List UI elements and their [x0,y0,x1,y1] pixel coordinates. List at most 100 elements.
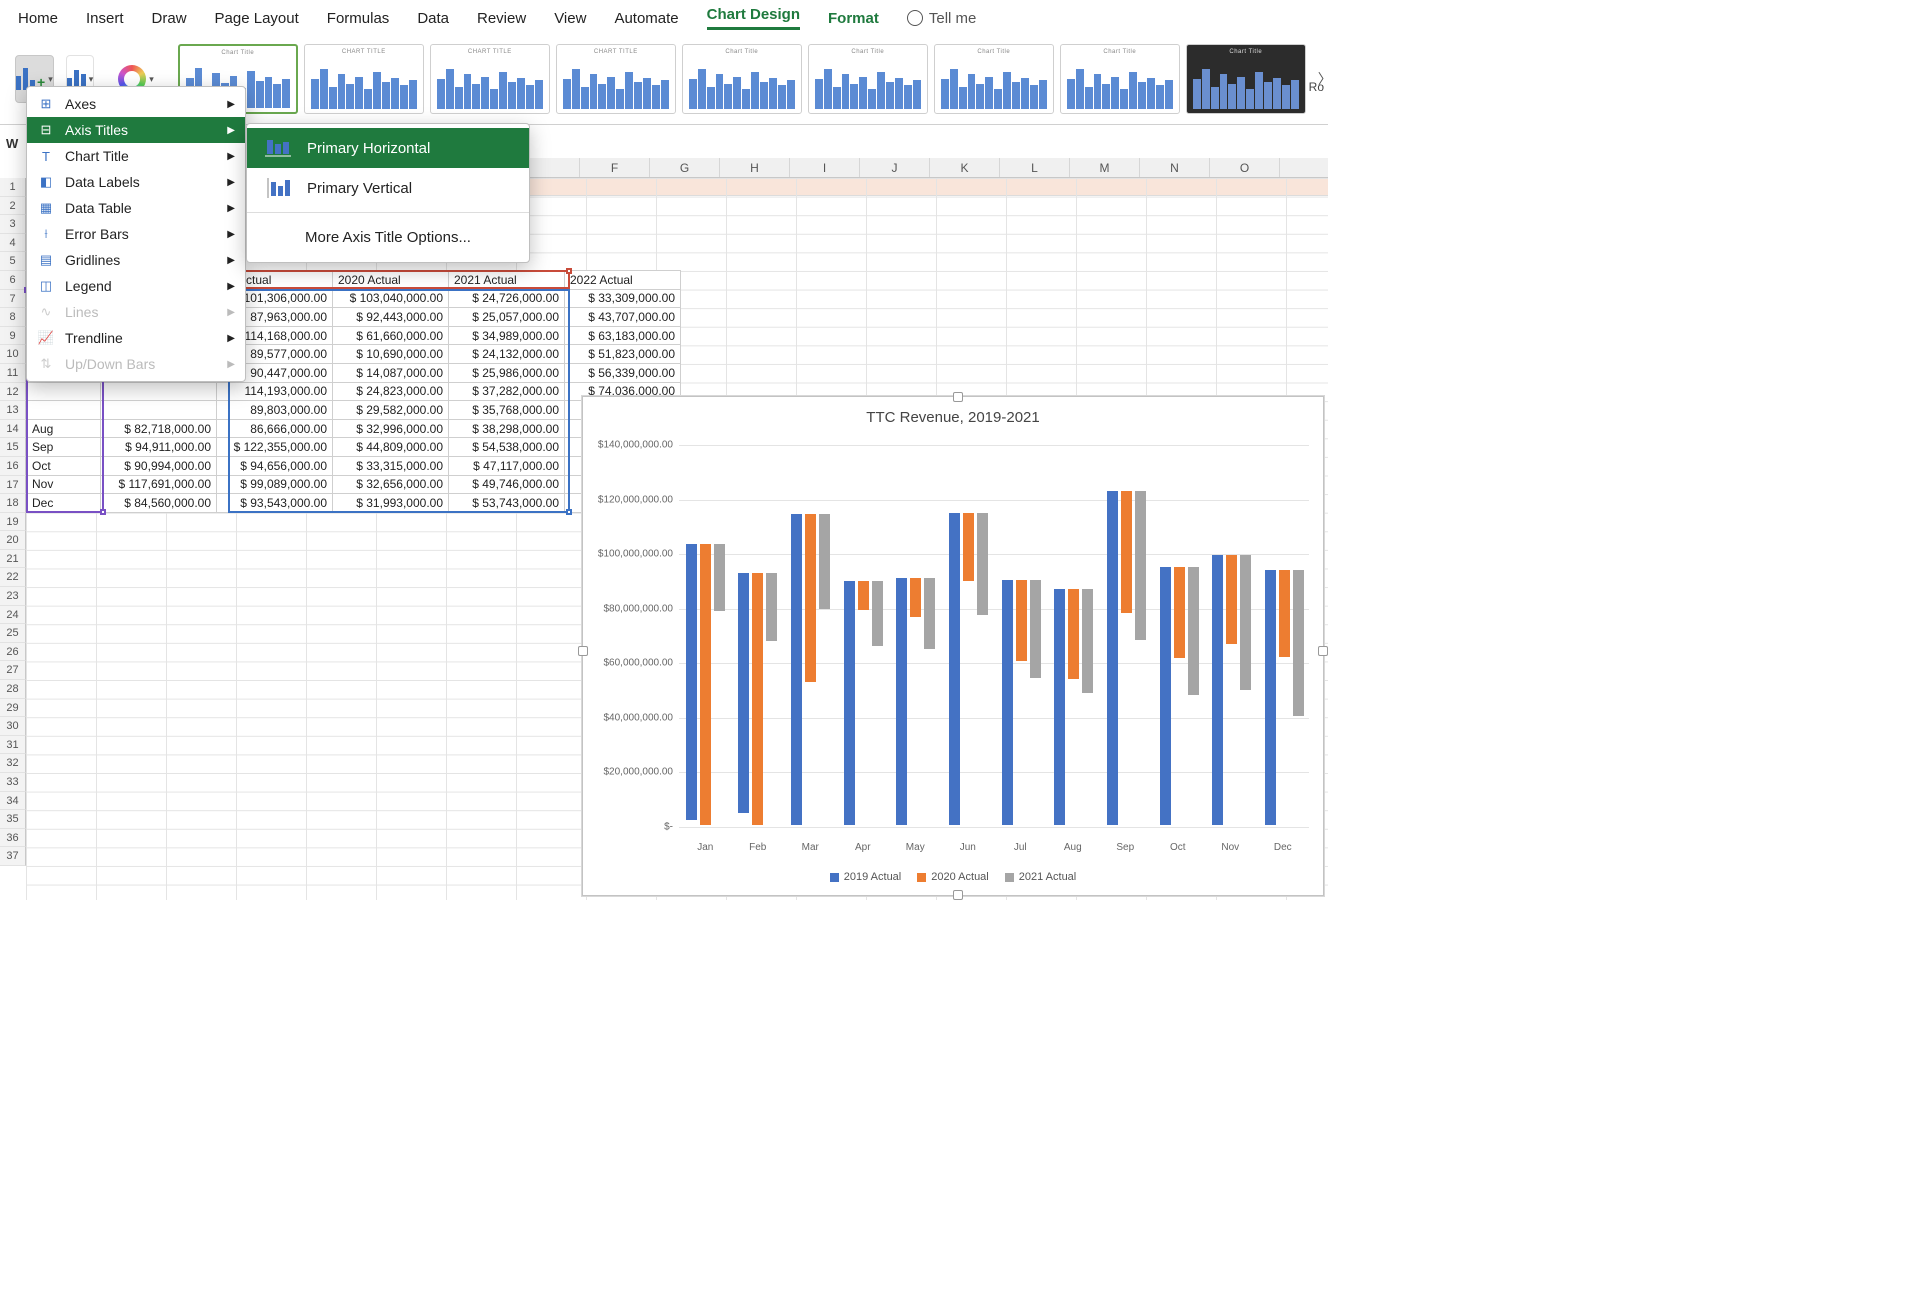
tab-chart-design[interactable]: Chart Design [707,6,800,30]
row-header-33[interactable]: 33 [0,773,26,792]
col-header-M[interactable]: M [1070,158,1140,177]
tab-home[interactable]: Home [18,10,58,27]
chart-style-thumb-4[interactable]: CHART TITLE [556,44,676,114]
chart-style-thumb-2[interactable]: CHART TITLE [304,44,424,114]
bar-2021-Actual-May[interactable] [924,578,935,649]
row-header-3[interactable]: 3 [0,215,26,234]
row-header-18[interactable]: 18 [0,494,26,513]
bar-2019-Actual-Sep[interactable] [1107,491,1118,825]
bar-2020-Actual-Oct[interactable] [1174,567,1185,658]
tab-draw[interactable]: Draw [152,10,187,27]
bar-2020-Actual-Nov[interactable] [1226,555,1237,644]
row-header-31[interactable]: 31 [0,736,26,755]
bar-2019-Actual-Jul[interactable] [1002,580,1013,825]
legend-entry-2019-Actual[interactable]: 2019 Actual [830,871,902,883]
tab-formulas[interactable]: Formulas [327,10,390,27]
chart-style-thumb-3[interactable]: CHART TITLE [430,44,550,114]
bar-2021-Actual-Sep[interactable] [1135,491,1146,640]
tab-insert[interactable]: Insert [86,10,124,27]
bar-2021-Actual-Apr[interactable] [872,581,883,647]
row-header-28[interactable]: 28 [0,680,26,699]
chart-style-thumb-6[interactable]: Chart Title [808,44,928,114]
col-header-I[interactable]: I [790,158,860,177]
menu-item-chart-title[interactable]: TChart Title▶ [27,143,245,169]
row-header-27[interactable]: 27 [0,661,26,680]
row-header-12[interactable]: 12 [0,383,26,402]
col-header-F[interactable]: F [580,158,650,177]
bar-2020-Actual-Sep[interactable] [1121,491,1132,613]
row-header-11[interactable]: 11 [0,364,26,383]
tab-view[interactable]: View [554,10,586,27]
row-headers[interactable]: 1234567891011121314151617181920212223242… [0,178,26,866]
bar-2019-Actual-May[interactable] [896,578,907,825]
bar-2020-Actual-Feb[interactable] [752,573,763,825]
menu-item-error-bars[interactable]: ⟊Error Bars▶ [27,221,245,247]
row-header-17[interactable]: 17 [0,476,26,495]
row-header-15[interactable]: 15 [0,438,26,457]
chart-title[interactable]: TTC Revenue, 2019-2021 [583,397,1323,430]
bar-2020-Actual-Jun[interactable] [963,513,974,581]
row-header-19[interactable]: 19 [0,513,26,532]
bar-2021-Actual-Jun[interactable] [977,513,988,615]
row-header-26[interactable]: 26 [0,643,26,662]
tab-format[interactable]: Format [828,10,879,27]
row-header-20[interactable]: 20 [0,531,26,550]
col-header-O[interactable]: O [1210,158,1280,177]
row-header-10[interactable]: 10 [0,345,26,364]
chart-style-thumb-9[interactable]: Chart Title [1186,44,1306,114]
row-header-25[interactable]: 25 [0,624,26,643]
bar-2020-Actual-Aug[interactable] [1068,589,1079,679]
bar-2020-Actual-Dec[interactable] [1279,570,1290,657]
tab-data[interactable]: Data [417,10,449,27]
row-header-7[interactable]: 7 [0,290,26,309]
menu-item-data-table[interactable]: ▦Data Table▶ [27,195,245,221]
menu-item-trendline[interactable]: 📈Trendline▶ [27,325,245,351]
menu-item-gridlines[interactable]: ▤Gridlines▶ [27,247,245,273]
submenu-more-options[interactable]: More Axis Title Options... [247,217,529,258]
tab-review[interactable]: Review [477,10,526,27]
bar-2020-Actual-Jul[interactable] [1016,580,1027,661]
chart-legend[interactable]: 2019 Actual 2020 Actual 2021 Actual [583,871,1323,883]
row-header-4[interactable]: 4 [0,234,26,253]
bar-2021-Actual-Oct[interactable] [1188,567,1199,696]
col-header-L[interactable]: L [1000,158,1070,177]
chart-style-thumb-8[interactable]: Chart Title [1060,44,1180,114]
col-header-N[interactable]: N [1140,158,1210,177]
row-header-1[interactable]: 1 [0,178,26,197]
bar-2019-Actual-Nov[interactable] [1212,555,1223,825]
row-header-6[interactable]: 6 [0,271,26,290]
menu-item-axes[interactable]: ⊞Axes▶ [27,91,245,117]
bar-2021-Actual-Mar[interactable] [819,514,830,609]
row-header-29[interactable]: 29 [0,699,26,718]
submenu-item-primary-horizontal[interactable]: Primary Horizontal [247,128,529,168]
chart-plot-area[interactable] [679,445,1309,825]
tell-me-search[interactable]: Tell me [907,10,977,27]
row-header-35[interactable]: 35 [0,810,26,829]
bar-2020-Actual-Mar[interactable] [805,514,816,682]
bar-2020-Actual-May[interactable] [910,578,921,616]
row-header-16[interactable]: 16 [0,457,26,476]
chart-style-thumb-5[interactable]: Chart Title [682,44,802,114]
row-header-22[interactable]: 22 [0,568,26,587]
row-header-2[interactable]: 2 [0,197,26,216]
menu-item-axis-titles[interactable]: ⊟Axis Titles▶ [27,117,245,143]
bar-2021-Actual-Jan[interactable] [714,544,725,611]
submenu-item-primary-vertical[interactable]: Primary Vertical [247,168,529,208]
row-header-23[interactable]: 23 [0,587,26,606]
col-header-K[interactable]: K [930,158,1000,177]
bar-2019-Actual-Oct[interactable] [1160,567,1171,825]
bar-2019-Actual-Aug[interactable] [1054,589,1065,825]
bar-2020-Actual-Apr[interactable] [858,581,869,610]
bar-2019-Actual-Jun[interactable] [949,513,960,825]
row-header-36[interactable]: 36 [0,829,26,848]
bar-2019-Actual-Mar[interactable] [791,514,802,826]
row-header-37[interactable]: 37 [0,847,26,866]
legend-entry-2021-Actual[interactable]: 2021 Actual [1005,871,1077,883]
row-header-30[interactable]: 30 [0,717,26,736]
col-header-J[interactable]: J [860,158,930,177]
row-header-13[interactable]: 13 [0,401,26,420]
row-header-14[interactable]: 14 [0,420,26,439]
legend-entry-2020-Actual[interactable]: 2020 Actual [917,871,989,883]
bar-2021-Actual-Feb[interactable] [766,573,777,641]
col-header-G[interactable]: G [650,158,720,177]
